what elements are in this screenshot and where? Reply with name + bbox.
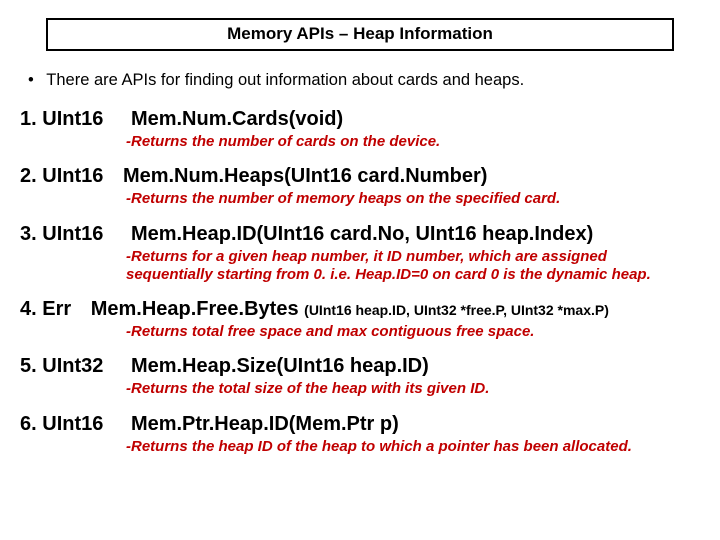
api-desc-5: -Returns the total size of the heap with… xyxy=(126,380,700,398)
api-desc-2: -Returns the number of memory heaps on t… xyxy=(126,190,700,208)
api-head-3: 3. UInt16 Mem.Heap.ID(UInt16 card.No, UI… xyxy=(20,223,700,246)
signature: Mem.Num.Heaps(UInt16 card.Number) xyxy=(109,165,488,187)
signature-args: (UInt16 heap.ID, UInt32 *free.P, UInt32 … xyxy=(304,302,609,318)
num: 2. xyxy=(20,165,37,187)
num: 3. xyxy=(20,223,37,245)
api-head-6: 6. UInt16 Mem.Ptr.Heap.ID(Mem.Ptr p) xyxy=(20,413,700,436)
api-item-1: 1. UInt16 Mem.Num.Cards(void) -Returns t… xyxy=(20,108,700,151)
return-type: UInt16 xyxy=(42,223,103,246)
api-desc-6: -Returns the heap ID of the heap to whic… xyxy=(126,438,700,456)
return-type: UInt16 xyxy=(42,413,103,436)
api-item-3: 3. UInt16 Mem.Heap.ID(UInt16 card.No, UI… xyxy=(20,223,700,285)
bullet-dot: • xyxy=(28,71,42,90)
return-type: UInt16 xyxy=(42,108,103,131)
api-item-6: 6. UInt16 Mem.Ptr.Heap.ID(Mem.Ptr p) -Re… xyxy=(20,413,700,456)
intro-text: There are APIs for finding out informati… xyxy=(46,71,524,89)
return-type: UInt16 xyxy=(42,165,103,188)
signature: Mem.Heap.Free.Bytes xyxy=(77,298,299,320)
api-head-4: 4. Err Mem.Heap.Free.Bytes (UInt16 heap.… xyxy=(20,298,700,321)
api-head-5: 5. UInt32 Mem.Heap.Size(UInt16 heap.ID) xyxy=(20,355,700,378)
return-type: Err xyxy=(42,298,71,321)
api-head-2: 2. UInt16 Mem.Num.Heaps(UInt16 card.Numb… xyxy=(20,165,700,188)
slide-title: Memory APIs – Heap Information xyxy=(46,18,674,51)
signature: Mem.Heap.ID(UInt16 card.No, UInt16 heap.… xyxy=(109,223,593,245)
signature: Mem.Heap.Size(UInt16 heap.ID) xyxy=(109,355,429,377)
api-item-4: 4. Err Mem.Heap.Free.Bytes (UInt16 heap.… xyxy=(20,298,700,341)
num: 1. xyxy=(20,108,37,130)
num: 6. xyxy=(20,413,37,435)
api-item-5: 5. UInt32 Mem.Heap.Size(UInt16 heap.ID) … xyxy=(20,355,700,398)
api-desc-3: -Returns for a given heap number, it ID … xyxy=(126,248,700,285)
slide: Memory APIs – Heap Information • There a… xyxy=(0,0,720,540)
api-desc-1: -Returns the number of cards on the devi… xyxy=(126,133,700,151)
intro-bullet: • There are APIs for finding out informa… xyxy=(28,71,700,90)
api-head-1: 1. UInt16 Mem.Num.Cards(void) xyxy=(20,108,700,131)
api-item-2: 2. UInt16 Mem.Num.Heaps(UInt16 card.Numb… xyxy=(20,165,700,208)
signature: Mem.Ptr.Heap.ID(Mem.Ptr p) xyxy=(109,413,399,435)
return-type: UInt32 xyxy=(42,355,103,378)
num: 5. xyxy=(20,355,37,377)
signature: Mem.Num.Cards(void) xyxy=(109,108,343,130)
api-desc-4: -Returns total free space and max contig… xyxy=(126,323,700,341)
num: 4. xyxy=(20,298,37,320)
